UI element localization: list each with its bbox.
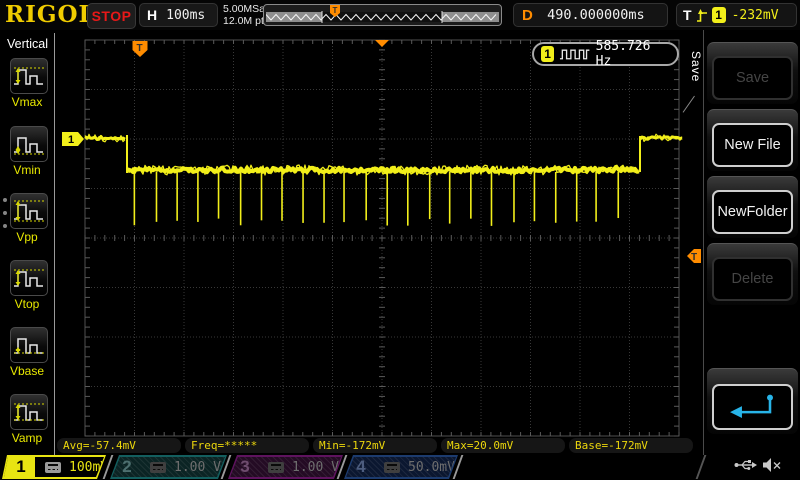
channel-3-number: 3: [240, 457, 250, 476]
graticule: [84, 39, 680, 437]
channel-2-scale: 1.00 V: [174, 459, 221, 475]
vpp-icon: [14, 200, 44, 222]
trigger-level-value: -232mV: [731, 7, 779, 23]
new-folder-button-label: NewFolder: [712, 190, 793, 234]
svg-text:T: T: [691, 252, 697, 263]
new-file-button[interactable]: New File: [707, 109, 798, 171]
memory-preview-graphic: T: [266, 5, 499, 23]
trigger-readout[interactable]: T 1 -232mV: [676, 3, 797, 27]
measure-menu-title: Vertical: [7, 37, 48, 51]
ch1-ground-marker[interactable]: 1: [62, 132, 84, 146]
measurement-base: Base=-172mV: [569, 438, 693, 453]
vtop-icon: [14, 269, 44, 287]
delete-button-label: Delete: [712, 257, 793, 301]
speaker-muted-icon: [763, 458, 781, 472]
menu-item-vamp[interactable]: Vamp: [0, 394, 54, 445]
menu-item-vbase[interactable]: Vbase: [0, 327, 54, 378]
ch1-waveform: [84, 133, 683, 226]
menu-item-vmin[interactable]: Vmin: [0, 126, 54, 177]
new-file-button-label: New File: [712, 123, 793, 167]
menu-item-vtop[interactable]: Vtop: [0, 260, 54, 311]
coupling-icon: [45, 462, 61, 473]
delete-button: Delete: [707, 243, 798, 305]
menu-item-vpp[interactable]: Vpp: [0, 193, 54, 244]
measurement-min: Min=-172mV: [313, 438, 437, 453]
timebase-label: H: [147, 7, 158, 23]
channel-2-status[interactable]: 2 1.00 V: [110, 455, 227, 479]
scope-display: 1 T T: [62, 39, 701, 437]
oscilloscope-screen: { "top_bar": { "logo": "RIGOL", "run_sta…: [0, 0, 800, 480]
run-state-indicator: STOP: [87, 3, 136, 29]
timebase-value: 100ms: [166, 7, 206, 23]
channel-4-scale: 50.0mV: [408, 459, 455, 475]
channel-1-number: 1: [4, 457, 35, 477]
frequency-value: 585.726 Hz: [595, 39, 651, 69]
trigger-label: T: [683, 7, 692, 23]
delay-label: D: [522, 6, 533, 24]
back-button[interactable]: [707, 368, 798, 434]
waveform-memory-preview: T: [263, 4, 502, 26]
measurement-max: Max=20.0mV: [441, 438, 565, 453]
coupling-icon: [150, 462, 166, 473]
center-time-indicator: [375, 40, 389, 47]
measurement-avg: Avg=-57.4mV: [57, 438, 181, 453]
menu-item-label: Vpp: [16, 230, 38, 244]
trigger-level-marker[interactable]: T: [687, 249, 701, 263]
menu-item-label: Vamp: [11, 431, 43, 445]
save-menu-tab: Save: [689, 38, 703, 96]
status-divider: [695, 455, 707, 479]
usb-icon: [734, 460, 757, 470]
trigger-position-marker[interactable]: T: [132, 41, 148, 57]
svg-text:T: T: [333, 6, 338, 15]
menu-item-vmax[interactable]: Vmax: [0, 58, 54, 109]
channel-4-number: 4: [356, 457, 366, 476]
save-menu: Save Save New File NewFolder Delete: [682, 30, 800, 455]
system-status-icons: [734, 457, 782, 473]
menu-item-label: Vmin: [13, 163, 41, 177]
svg-text:T: T: [137, 43, 143, 54]
frequency-counter: 1 585.726 Hz: [532, 39, 679, 69]
vmin-icon: [14, 137, 44, 155]
menu-page-dots: [3, 198, 7, 228]
svg-text:1: 1: [68, 134, 74, 146]
vbase-icon: [14, 338, 44, 354]
rigol-logo: RIGOL: [5, 1, 96, 28]
channel-3-scale: 1.00 V: [292, 459, 339, 475]
measure-menu: Vertical Vmax Vmin Vpp Vtop Vbase Vamp: [0, 30, 55, 455]
channel-1-status[interactable]: 1 100mV: [2, 455, 106, 479]
menu-item-label: Vmax: [11, 95, 43, 109]
new-folder-button[interactable]: NewFolder: [707, 176, 798, 238]
save-button: Save: [707, 42, 798, 104]
save-button-label: Save: [712, 56, 793, 100]
channel-2-number: 2: [122, 457, 132, 476]
return-arrow-icon: [729, 394, 773, 419]
channel-3-status[interactable]: 3 1.00 V: [228, 455, 343, 479]
pulse-train-icon: [560, 49, 590, 60]
measurement-freq: Freq=*****: [185, 438, 309, 453]
channel-1-scale: 100mV: [69, 459, 109, 475]
rising-edge-icon: [696, 8, 707, 22]
trigger-delay-readout[interactable]: D 490.000000ms: [513, 3, 668, 27]
delay-value: 490.000000ms: [547, 7, 645, 23]
menu-item-label: Vtop: [14, 297, 40, 311]
vmax-icon: [14, 67, 44, 85]
channel-status-bar: 1 100mV 2 1.00 V 3 1.00 V 4 50.0mV: [0, 455, 800, 480]
trigger-source-badge: 1: [711, 7, 726, 23]
counter-source-badge: 1: [541, 46, 555, 62]
menu-item-label: Vbase: [9, 364, 45, 378]
vamp-icon: [14, 403, 44, 421]
horizontal-timebase[interactable]: H 100ms: [139, 3, 218, 27]
coupling-icon: [268, 462, 284, 473]
top-status-bar: RIGOL STOP H 100ms 5.00MSa/s 12.0M pts T…: [0, 0, 800, 30]
coupling-icon: [384, 462, 400, 473]
channel-4-status[interactable]: 4 50.0mV: [344, 455, 458, 479]
